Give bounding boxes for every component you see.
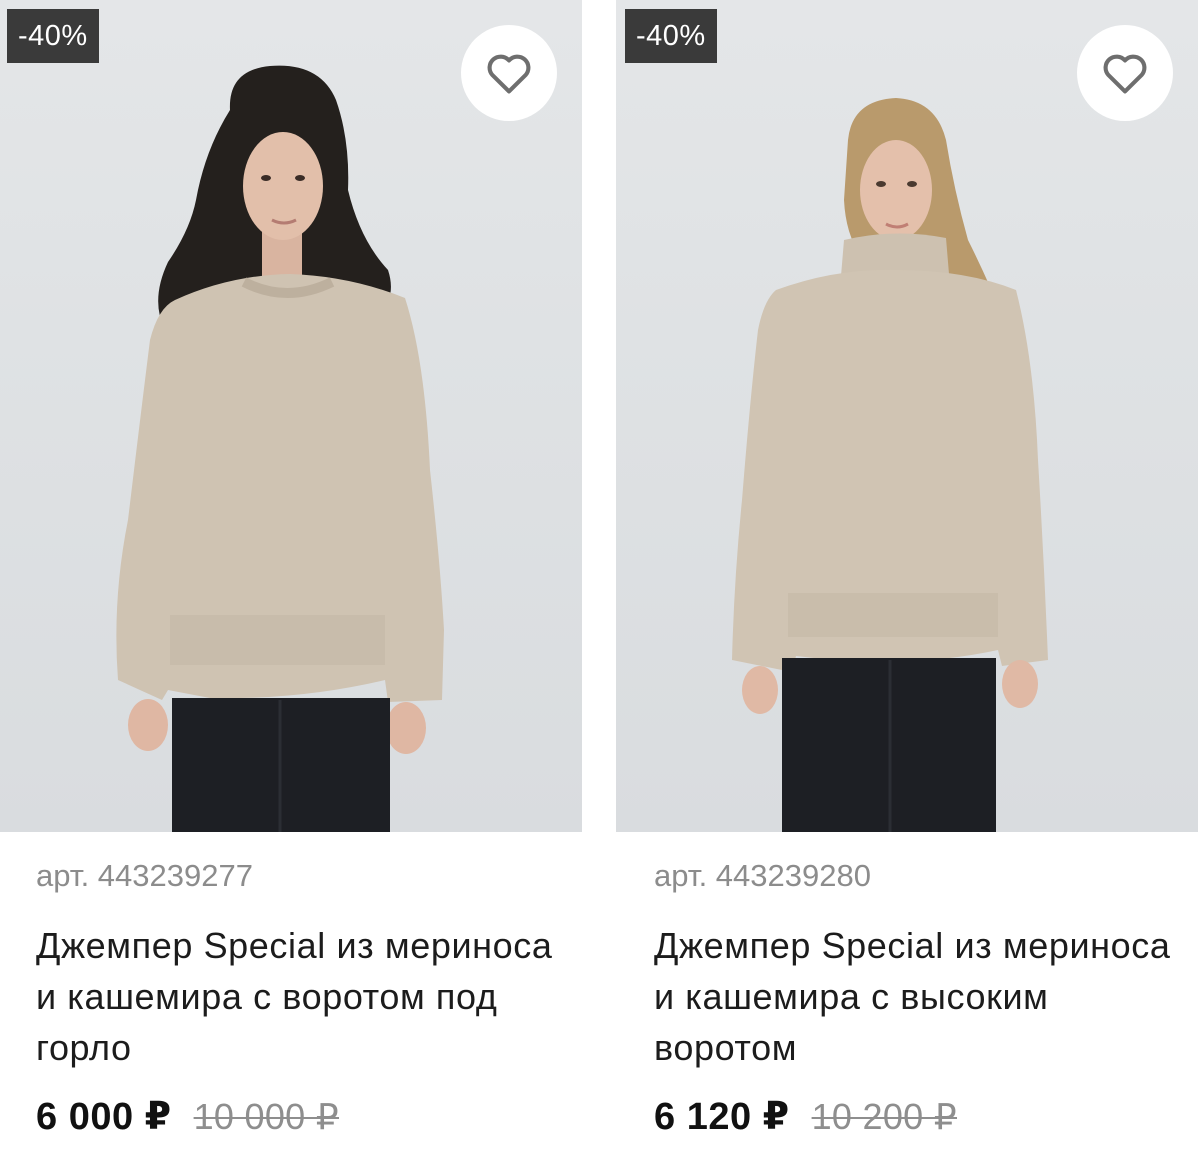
model-photo-image — [732, 98, 1048, 832]
heart-outline-icon — [487, 54, 531, 94]
discount-badge: -40% — [7, 9, 99, 63]
model-photo-image — [116, 65, 444, 832]
price-row: 6 120 ₽ 10 200 ₽ — [654, 1094, 957, 1139]
price-old: 10 200 ₽ — [811, 1096, 958, 1137]
price-current: 6 000 ₽ — [36, 1096, 172, 1138]
discount-badge: -40% — [625, 9, 717, 63]
product-title-link[interactable]: Джемпер Special из мериноса и кашемира с… — [654, 920, 1174, 1073]
product-card[interactable]: -40% арт. 443239277 Джемпер Special из м… — [0, 0, 582, 1176]
product-sku: арт. 443239280 — [654, 858, 871, 893]
product-photo[interactable]: -40% — [616, 0, 1198, 832]
price-row: 6 000 ₽ 10 000 ₽ — [36, 1094, 339, 1139]
product-sku: арт. 443239277 — [36, 858, 253, 893]
product-card[interactable]: -40% арт. 443239280 Джемпер Special из м… — [616, 0, 1198, 1176]
price-current: 6 120 ₽ — [654, 1096, 790, 1138]
favorite-button[interactable] — [461, 25, 557, 121]
product-grid: -40% арт. 443239277 Джемпер Special из м… — [0, 0, 1200, 1176]
product-title-link[interactable]: Джемпер Special из мериноса и кашемира с… — [36, 920, 556, 1073]
product-photo[interactable]: -40% — [0, 0, 582, 832]
price-old: 10 000 ₽ — [193, 1096, 340, 1137]
favorite-button[interactable] — [1077, 25, 1173, 121]
heart-outline-icon — [1103, 54, 1147, 94]
